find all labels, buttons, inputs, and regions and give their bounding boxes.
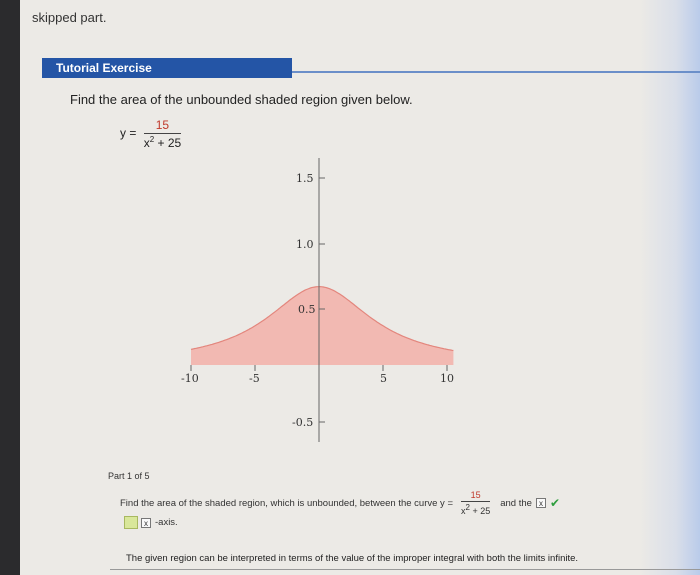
y-label-0-5: 0.5 (298, 303, 316, 316)
shaded-region (191, 286, 454, 365)
check-icon: ✔ (549, 496, 560, 510)
equation-fraction: 15 x2 + 25 (143, 118, 182, 150)
screen: skipped part. Tutorial Exercise Find the… (20, 0, 700, 575)
skipped-part-text: skipped part. (32, 10, 107, 25)
y-label-neg-0-5: -0.5 (292, 416, 313, 429)
part-label: Part 1 of 5 (108, 471, 150, 481)
question-text: Find the area of the shaded region, whic… (120, 497, 453, 509)
answer-row: x -axis. (124, 516, 178, 529)
question-after: and the (500, 497, 532, 509)
x-label-neg-5: -5 (249, 372, 260, 385)
question-numerator: 15 (461, 490, 491, 502)
marked-box: x (535, 498, 546, 508)
equation-lhs: y = (120, 126, 137, 141)
question-line: Find the area of the shaded region, whic… (120, 490, 560, 516)
equation: y = 15 x2 + 25 (120, 118, 182, 150)
answer-input[interactable] (124, 516, 138, 529)
x-label-neg-10: -10 (181, 372, 199, 385)
equation-denominator: x2 + 25 (143, 135, 182, 150)
problem-prompt: Find the area of the unbounded shaded re… (70, 92, 413, 107)
interpretation-note: The given region can be interpreted in t… (126, 553, 579, 564)
answer-suffix: -axis. (155, 517, 178, 528)
equation-numerator: 15 (143, 118, 182, 134)
question-denominator: x2 + 25 (461, 503, 491, 516)
y-label-1-0: 1.0 (296, 238, 314, 251)
bottom-rule (110, 569, 700, 570)
question-fraction: 15 x2 + 25 (461, 490, 491, 516)
screen-bezel (0, 0, 20, 575)
incorrect-mark-icon: x (141, 517, 151, 528)
answer-input-group[interactable]: x (124, 516, 151, 529)
header-rule (292, 71, 700, 73)
y-label-1-5: 1.5 (296, 172, 314, 185)
graph: 1.5 1.0 0.5 -0.5 -10 -5 5 10 (181, 158, 454, 442)
x-label-10: 10 (440, 372, 454, 385)
tutorial-header: Tutorial Exercise (42, 58, 292, 78)
x-label-5: 5 (380, 372, 387, 385)
